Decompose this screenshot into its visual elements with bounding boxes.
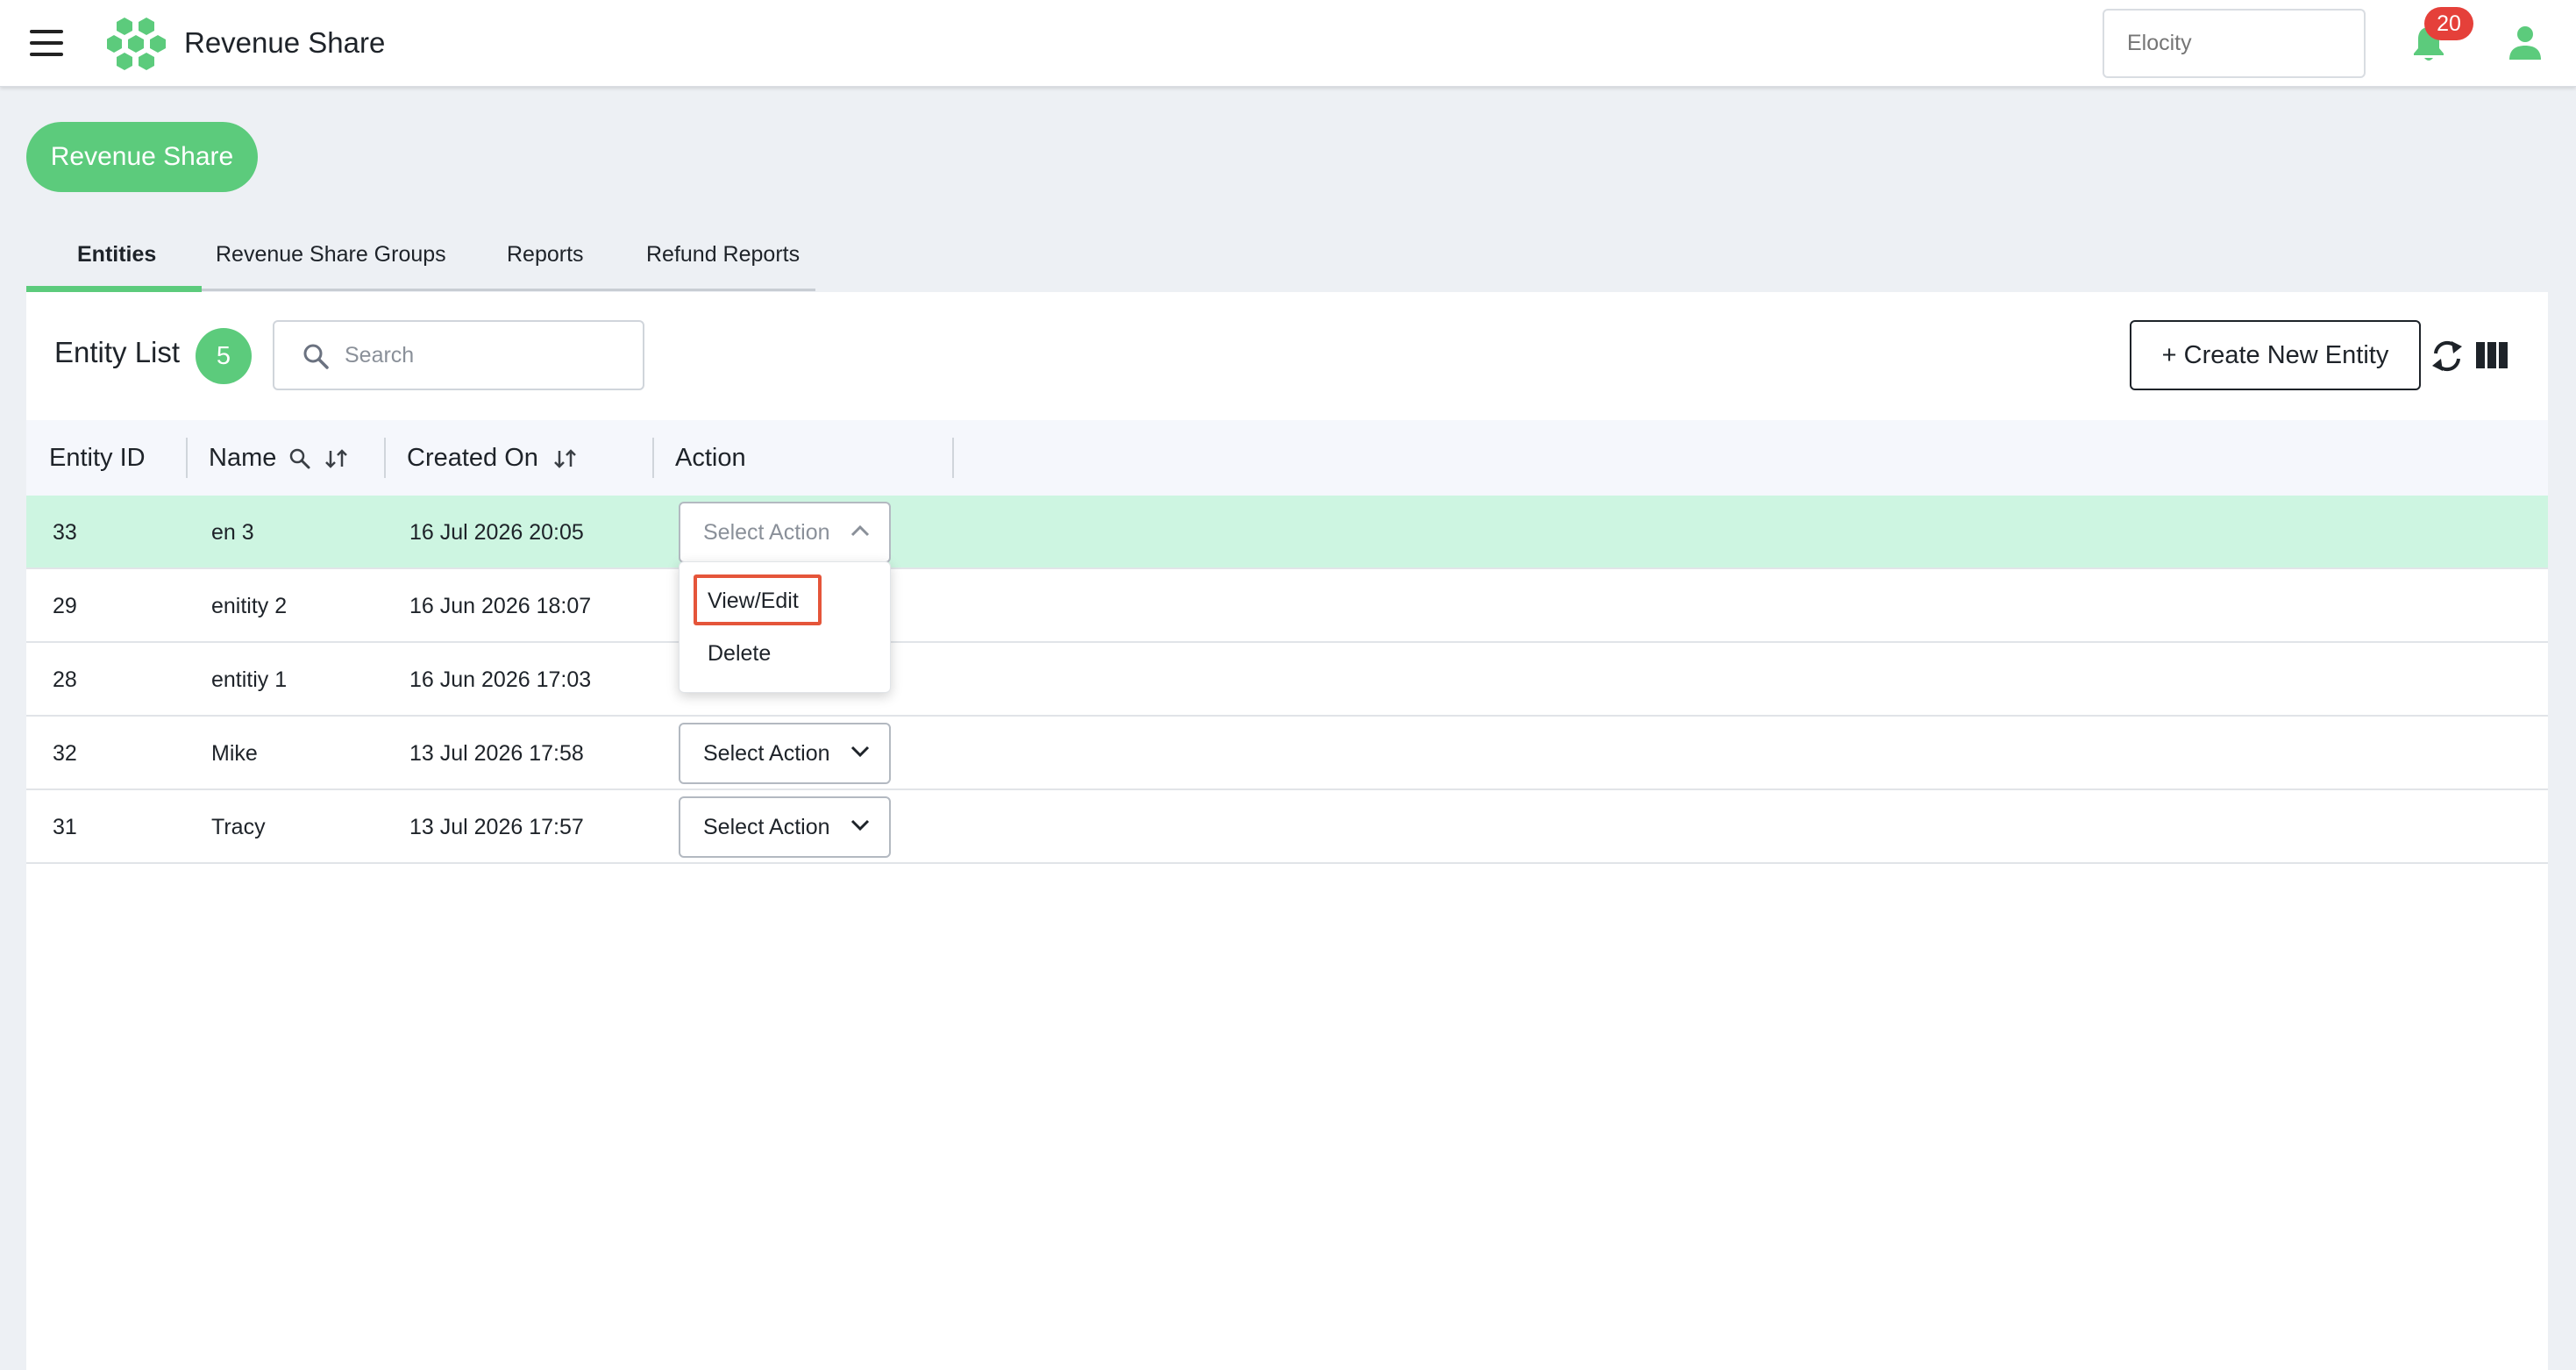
entity-name-cell: en 3 xyxy=(211,520,254,545)
table-row[interactable]: 29 enitity 2 16 Jun 2026 18:07 xyxy=(26,569,2548,643)
column-divider xyxy=(952,438,954,478)
sort-icon[interactable] xyxy=(552,447,579,470)
active-tab-indicator xyxy=(26,286,202,292)
tab-reports[interactable]: Reports xyxy=(507,242,584,268)
entity-id-cell: 29 xyxy=(53,594,77,618)
create-new-entity-button[interactable]: + Create New Entity xyxy=(2130,320,2421,390)
created-on-cell: 16 Jun 2026 17:03 xyxy=(409,667,592,692)
search-input[interactable] xyxy=(345,334,625,376)
column-label: Created On xyxy=(407,444,538,472)
select-action-label: Select Action xyxy=(703,520,830,545)
revenue-share-module-button[interactable]: Revenue Share xyxy=(26,122,258,192)
table-row[interactable]: 33 en 3 16 Jul 2026 20:05 Select Action xyxy=(26,496,2548,569)
column-header-entity-id[interactable]: Entity ID xyxy=(49,420,146,496)
menu-item-delete[interactable]: Delete xyxy=(708,641,771,667)
column-header-created-on[interactable]: Created On xyxy=(407,420,579,496)
chevron-down-icon xyxy=(850,819,870,831)
column-header-name[interactable]: Name xyxy=(209,420,350,496)
top-bar: Revenue Share 20 xyxy=(0,0,2576,87)
table-row[interactable]: 32 Mike 13 Jul 2026 17:58 Select Action xyxy=(26,717,2548,790)
created-on-cell: 16 Jul 2026 20:05 xyxy=(409,520,584,545)
hamburger-menu-icon[interactable] xyxy=(30,30,63,56)
action-menu: View/Edit Delete xyxy=(679,561,891,693)
entity-name-cell: entitiy 1 xyxy=(211,667,288,692)
chevron-down-icon xyxy=(850,746,870,758)
sort-icon[interactable] xyxy=(324,447,350,470)
entity-count-badge: 5 xyxy=(196,328,252,384)
column-label: Name xyxy=(209,444,277,472)
select-action-dropdown[interactable]: Select Action xyxy=(679,796,891,858)
column-header-action: Action xyxy=(675,420,746,496)
entity-name-cell: Tracy xyxy=(211,815,266,839)
entity-id-cell: 33 xyxy=(53,520,77,545)
entity-name-cell: Mike xyxy=(211,741,258,766)
column-divider xyxy=(652,438,654,478)
chevron-up-icon xyxy=(850,524,870,537)
tab-entities[interactable]: Entities xyxy=(77,242,156,268)
user-account-icon[interactable] xyxy=(2508,25,2543,61)
entity-id-cell: 28 xyxy=(53,667,77,692)
table-header: Entity ID Name Created On Action xyxy=(26,420,2548,496)
column-label: Entity ID xyxy=(49,444,146,472)
menu-item-view-edit[interactable]: View/Edit xyxy=(708,589,799,614)
organization-field[interactable] xyxy=(2103,9,2366,78)
search-icon xyxy=(303,344,329,369)
table-row[interactable]: 31 Tracy 13 Jul 2026 17:57 Select Action xyxy=(26,790,2548,864)
entity-name-cell: enitity 2 xyxy=(211,594,288,618)
app-title: Revenue Share xyxy=(184,26,386,59)
entity-id-cell: 32 xyxy=(53,741,77,766)
tab-refund-reports[interactable]: Refund Reports xyxy=(646,242,800,268)
entity-list-card: Entity List 5 + Create New Entity Entity… xyxy=(26,292,2548,1370)
table-row[interactable]: 28 entitiy 1 16 Jun 2026 17:03 xyxy=(26,643,2548,717)
created-on-cell: 13 Jul 2026 17:57 xyxy=(409,815,584,839)
column-label: Action xyxy=(675,444,746,472)
hexagon-logo-icon xyxy=(107,18,166,70)
select-action-label: Select Action xyxy=(703,741,830,766)
created-on-cell: 13 Jul 2026 17:58 xyxy=(409,741,584,766)
tab-revenue-share-groups[interactable]: Revenue Share Groups xyxy=(216,242,446,268)
notification-count-badge: 20 xyxy=(2424,7,2473,40)
select-action-dropdown[interactable]: Select Action xyxy=(679,723,891,784)
column-divider xyxy=(186,438,188,478)
select-action-dropdown[interactable]: Select Action xyxy=(679,502,891,563)
search-box xyxy=(273,320,644,390)
created-on-cell: 16 Jun 2026 18:07 xyxy=(409,594,592,618)
entity-id-cell: 31 xyxy=(53,815,77,839)
tab-bar: Entities Revenue Share Groups Reports Re… xyxy=(26,228,815,292)
entity-list-title: Entity List xyxy=(54,336,181,368)
search-column-icon[interactable] xyxy=(288,447,311,470)
column-divider xyxy=(384,438,386,478)
columns-icon[interactable] xyxy=(2476,342,2508,368)
select-action-label: Select Action xyxy=(703,815,830,839)
refresh-icon[interactable] xyxy=(2430,338,2464,375)
